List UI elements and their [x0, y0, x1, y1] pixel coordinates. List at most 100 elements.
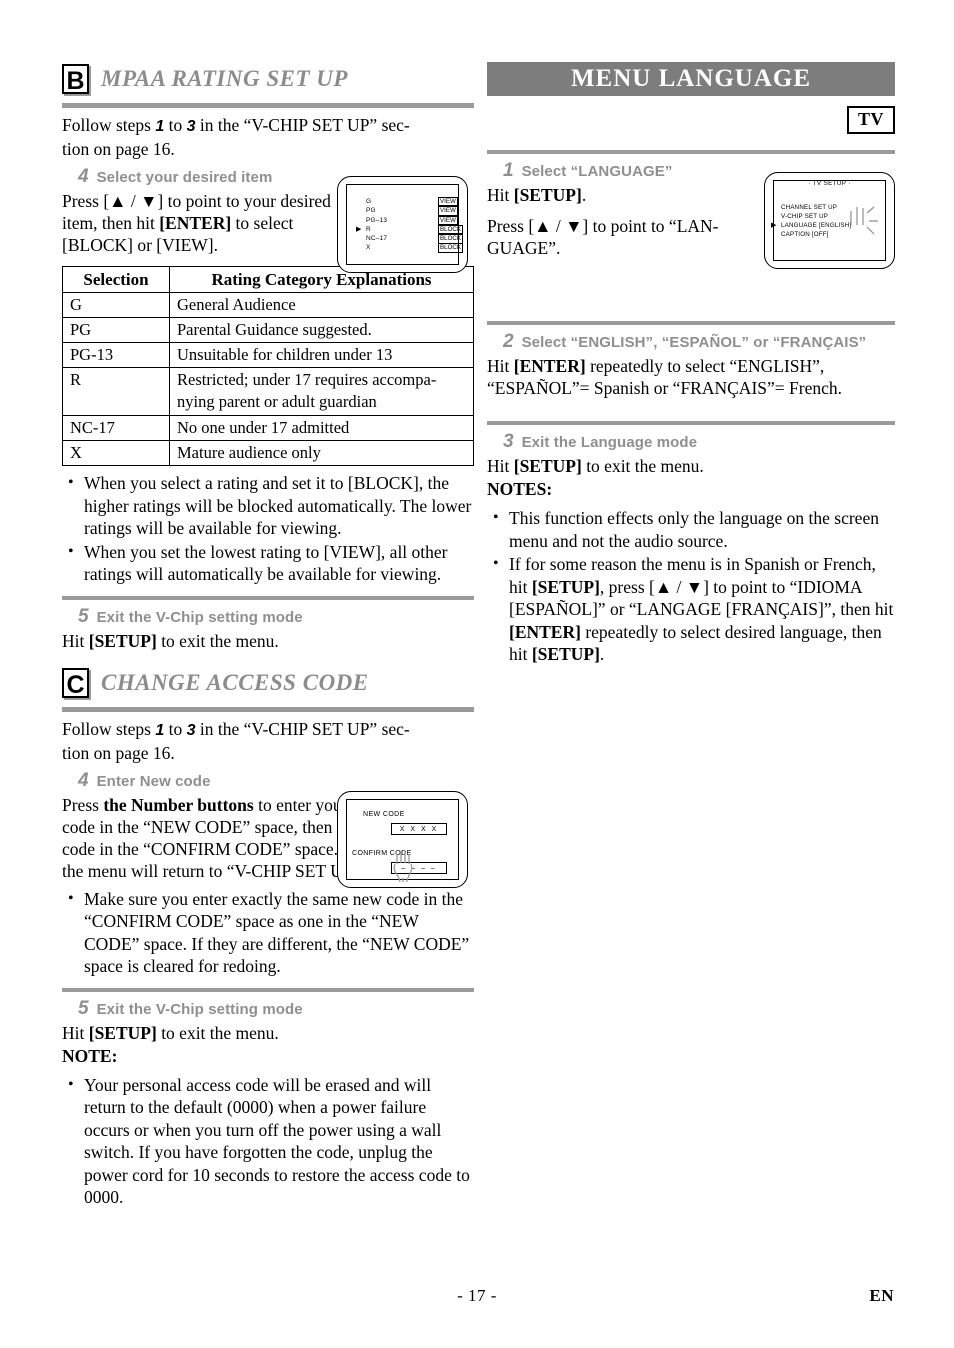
step-3-heading: 3 Exit the Language mode: [503, 431, 895, 453]
menu-item-label: CHANNEL SET UP: [781, 204, 838, 211]
cell-selection: G: [62, 292, 170, 318]
step-label: Select “LANGUAGE”: [521, 163, 673, 180]
intro-text-3: in the “V-CHIP SET UP” sec-: [195, 718, 410, 739]
section-c-note-bullets: Your personal access code will be erased…: [62, 1074, 474, 1209]
new-code-value-box: X X X X: [391, 823, 447, 835]
exit-menu-text: to exit the menu.: [581, 456, 704, 476]
cell-explanation: Restricted; under 17 requires accompa-ny…: [169, 367, 474, 416]
tv-setup-title: · TV SETUP ·: [808, 180, 851, 187]
section-c-intro: Follow steps 1 to 3 in the “V-CHIP SET U…: [62, 718, 474, 764]
step-number: 3: [503, 431, 514, 452]
access-code-screen-illustration: NEW CODE X X X X CONFIRM CODE – – – –: [337, 791, 468, 888]
rating-value: BLOCK: [438, 234, 463, 244]
cell-selection: PG-13: [62, 342, 170, 368]
cell-explanation: Mature audience only: [169, 440, 474, 466]
divider: [62, 595, 474, 600]
step-number: 1: [503, 160, 514, 181]
intro-text-4: tion on page 16.: [62, 139, 175, 159]
cell-selection: PG: [62, 317, 170, 343]
hit-text: Hit: [62, 630, 89, 651]
step-5-body-b: Hit [SETUP] to exit the menu.: [62, 630, 474, 652]
vchip-row: ▶ R BLOCK: [356, 224, 463, 235]
enter-key-label: [ENTER]: [159, 213, 232, 233]
note-heading: NOTE:: [62, 1045, 118, 1066]
cursor-caret-icon: ▶: [771, 222, 777, 229]
rating-value: VIEW: [438, 215, 458, 225]
hit-text: Hit: [487, 356, 514, 376]
step-label: Select “ENGLISH”, “ESPAÑOL” or “FRANÇAIS…: [521, 334, 867, 351]
menu-item-label: LANGUAGE [ENGLISH]: [781, 222, 852, 229]
period-text: .: [581, 185, 587, 205]
divider: [487, 321, 895, 325]
section-c-badge: C: [62, 667, 89, 699]
intro-text-4: tion on page 16.: [62, 742, 175, 763]
intro-step-num-b: 3: [186, 721, 196, 739]
left-column: B MPAA RATING SET UP Follow steps 1 to 3…: [62, 62, 474, 1210]
step-label: Exit the V-Chip setting mode: [96, 1000, 303, 1018]
rating-value: BLOCK: [438, 243, 463, 253]
setup-key-label: [SETUP]: [513, 185, 582, 205]
intro-text-3: in the “V-CHIP SET UP” sec-: [195, 115, 410, 135]
step-number: 5: [78, 605, 89, 627]
section-c-bullets: Make sure you enter exactly the same new…: [62, 888, 474, 978]
note-text-d: .: [599, 644, 605, 664]
table-row: R Restricted; under 17 requires accompa-n…: [62, 367, 474, 416]
cell-explanation: General Audience: [169, 292, 474, 318]
list-item: Make sure you enter exactly the same new…: [68, 888, 474, 978]
notes-heading: NOTES:: [487, 479, 553, 499]
column-header-selection: Selection: [62, 266, 170, 293]
menu-item-label: CAPTION [OFF]: [781, 231, 829, 238]
number-buttons-label: the Number buttons: [103, 794, 254, 815]
divider: [62, 706, 474, 712]
hit-text: Hit: [487, 456, 514, 476]
rating-name: NC–17: [366, 235, 388, 243]
list-item: When you set the lowest rating to [VIEW]…: [68, 541, 474, 586]
section-b-intro: Follow steps 1 to 3 in the “V-CHIP SET U…: [62, 114, 474, 160]
right-column: MENU LANGUAGE TV 1 Select “LANGUAGE” Hit…: [487, 62, 895, 667]
cursor-caret-icon: ▶: [356, 225, 362, 233]
rating-name: X: [366, 244, 371, 252]
rating-name: PG: [366, 207, 376, 215]
vchip-rating-rows: G VIEW PG VIEW PG–13 VIEW ▶ R BLOCK NC–17 BLOC…: [356, 196, 463, 253]
table-body: G General Audience PG Parental Guidance su…: [62, 292, 474, 466]
hit-text: Hit: [62, 1022, 89, 1043]
divider: [487, 421, 895, 425]
section-b-badge: B: [62, 64, 89, 95]
language-code: EN: [869, 1286, 894, 1305]
setup-key-label-2: [SETUP]: [531, 644, 600, 664]
list-item: Your personal access code will be erased…: [68, 1074, 474, 1209]
intro-text-2: to: [164, 115, 187, 135]
setup-key-label: [SETUP]: [531, 576, 600, 597]
menu-item-caption: CAPTION [OFF]: [781, 230, 851, 239]
step-2-body: Hit [ENTER] repeatedly to select “ENGLIS…: [487, 355, 895, 399]
step-label: Exit the V-Chip setting mode: [96, 608, 303, 626]
exit-menu-text: to exit the menu.: [156, 1022, 279, 1043]
rating-name: R: [366, 225, 371, 233]
step-number: 4: [78, 769, 89, 791]
cell-explanation: No one under 17 admitted: [169, 415, 474, 441]
manual-page: B MPAA RATING SET UP Follow steps 1 to 3…: [0, 0, 954, 1348]
intro-text-1: Follow steps: [62, 718, 156, 739]
vchip-rating-screen-illustration: G VIEW PG VIEW PG–13 VIEW ▶ R BLOCK NC–17 BLOC…: [337, 176, 468, 273]
rating-value: BLOCK: [438, 224, 463, 235]
table-row: X Mature audience only: [62, 440, 474, 466]
enter-key-label: [ENTER]: [513, 356, 586, 376]
section-c-title: CHANGE ACCESS CODE: [101, 669, 369, 695]
cell-selection: R: [62, 367, 170, 416]
list-item: When you select a rating and set it to […: [68, 472, 474, 540]
press-text: Press: [62, 794, 104, 815]
tv-setup-screen-illustration: · TV SETUP · CHANNEL SET UP V-CHIP SET U…: [764, 172, 895, 269]
menu-language-banner: MENU LANGUAGE: [487, 62, 895, 96]
step-4-body-b: Press [▲ / ▼] to point to your desired i…: [62, 190, 334, 256]
confirm-code-label: CONFIRM CODE: [352, 850, 412, 857]
vchip-row: G VIEW: [356, 196, 463, 207]
tv-tag: TV: [846, 106, 895, 134]
rating-value: VIEW: [438, 206, 458, 216]
step-number: 5: [78, 997, 89, 1019]
step-5-body-c: Hit [SETUP] to exit the menu.: [62, 1022, 474, 1044]
table-row: G General Audience: [62, 292, 474, 318]
section-b-bullets: When you select a rating and set it to […: [62, 472, 474, 586]
table-row: NC-17 No one under 17 admitted: [62, 415, 474, 441]
list-item: If for some reason the menu is in Spanis…: [493, 553, 895, 666]
step-label: Exit the Language mode: [521, 434, 698, 451]
